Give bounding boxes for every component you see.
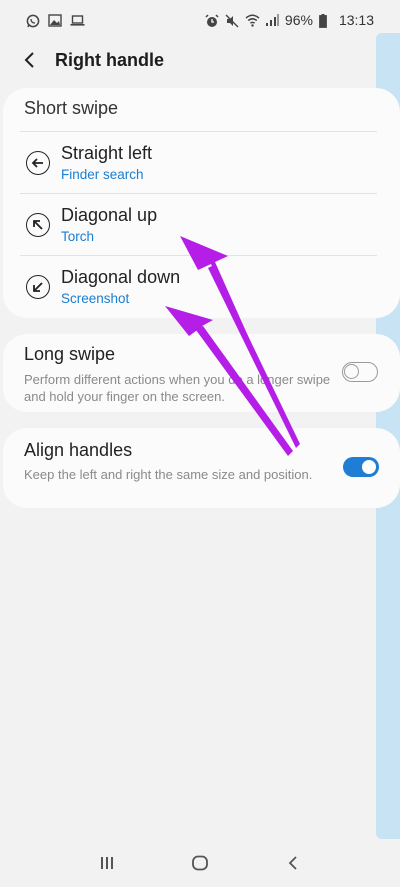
mute-icon [225, 14, 239, 27]
image-icon [48, 13, 62, 27]
wifi-icon [245, 14, 260, 27]
long-swipe-description: Perform different actions when you do a … [24, 372, 331, 404]
app-bar: Right handle [0, 40, 376, 80]
arrow-up-left-circle-icon [26, 212, 50, 237]
arrow-down-left-circle-icon [26, 274, 50, 299]
long-swipe-card[interactable]: Long swipe Perform different actions whe… [3, 334, 400, 412]
back-icon[interactable] [273, 843, 313, 883]
home-icon[interactable] [180, 843, 220, 883]
toggle-knob [360, 458, 378, 476]
chevron-left-icon[interactable] [20, 51, 38, 69]
toggle-knob [344, 364, 359, 379]
align-handles-toggle[interactable] [343, 457, 379, 477]
section-title-short-swipe: Short swipe [24, 98, 119, 118]
list-item-action: Screenshot [61, 291, 130, 306]
align-handles-title: Align handles [24, 440, 133, 460]
alarm-icon [205, 13, 219, 27]
navigation-bar [0, 839, 400, 887]
status-bar: 96% 13:13 [0, 0, 400, 40]
battery-icon [319, 13, 333, 28]
long-swipe-toggle[interactable] [342, 362, 378, 382]
clock: 13:13 [338, 12, 374, 28]
list-item-diagonal-down[interactable]: Diagonal down Screenshot [20, 255, 377, 317]
align-handles-description: Keep the left and right the same size an… [24, 467, 313, 482]
list-item-straight-left[interactable]: Straight left Finder search [20, 131, 377, 193]
whatsapp-icon [26, 14, 40, 27]
status-left-icons [26, 13, 85, 27]
list-item-title: Diagonal up [61, 205, 158, 225]
list-item-action: Finder search [61, 167, 144, 182]
align-handles-card[interactable]: Align handles Keep the left and right th… [3, 428, 400, 508]
list-item-diagonal-up[interactable]: Diagonal up Torch [20, 193, 377, 255]
recents-icon[interactable] [87, 843, 127, 883]
status-right-icons: 96% 13:13 [205, 12, 374, 28]
battery-level: 96% [284, 12, 313, 28]
page-title: Right handle [55, 49, 164, 70]
arrow-left-circle-icon [26, 150, 50, 175]
short-swipe-card: Short swipe Straight left Finder search … [3, 88, 400, 318]
list-item-title: Straight left [61, 143, 153, 163]
laptop-icon [70, 14, 85, 27]
list-item-title: Diagonal down [61, 267, 181, 287]
signal-icon [265, 13, 279, 27]
long-swipe-title: Long swipe [24, 344, 116, 364]
list-item-action: Torch [61, 229, 95, 244]
